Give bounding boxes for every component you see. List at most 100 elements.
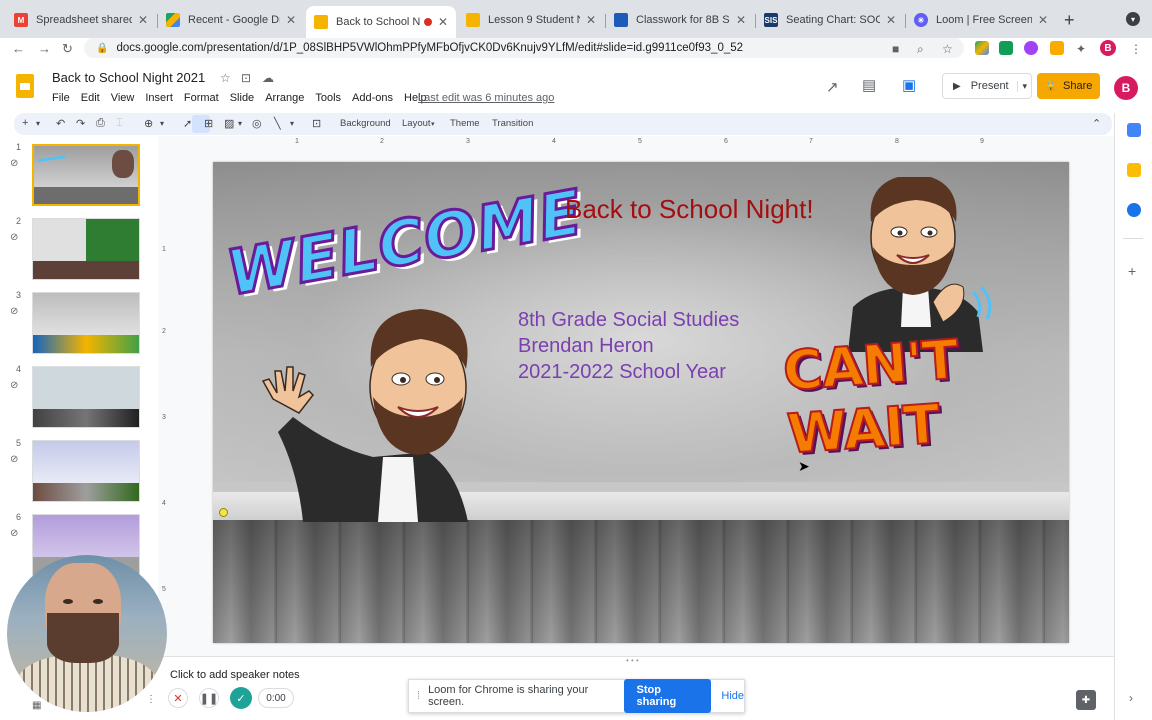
kebab-menu-icon[interactable]: ⋮ <box>1130 42 1142 56</box>
extension-icon[interactable] <box>999 41 1013 55</box>
chevron-down-icon[interactable]: ▾ <box>431 120 435 128</box>
slide-thumbnail-3[interactable] <box>32 292 140 354</box>
browser-tab[interactable]: Classwork for 8B Soc ✕ <box>606 6 754 34</box>
select-cursor-icon[interactable]: ➚ <box>183 117 192 130</box>
add-addon-icon[interactable]: + <box>1128 263 1136 279</box>
loom-extension-icon[interactable] <box>1024 41 1038 55</box>
shape-icon[interactable]: ◎ <box>252 117 262 130</box>
explore-icon[interactable]: ✚ <box>1076 690 1096 710</box>
menu-view[interactable]: View <box>111 92 135 104</box>
account-avatar[interactable]: B <box>1114 76 1138 100</box>
meet-present-icon[interactable]: ▣ <box>902 76 916 94</box>
reload-icon[interactable]: ↻ <box>62 41 73 57</box>
activity-trend-icon[interactable]: ↗ <box>826 78 839 96</box>
finish-recording-icon[interactable]: ✓ <box>230 687 252 709</box>
close-tab-icon[interactable]: ✕ <box>138 13 148 27</box>
loom-camera-bubble[interactable] <box>7 555 167 712</box>
menu-format[interactable]: Format <box>184 92 219 104</box>
forward-arrow-icon[interactable]: → <box>38 41 51 56</box>
close-tab-icon[interactable]: ✕ <box>886 13 896 27</box>
close-tab-icon[interactable]: ✕ <box>286 13 296 27</box>
waving-bitmoji-image[interactable] <box>253 307 503 522</box>
drive-extension-icon[interactable] <box>975 41 989 55</box>
more-options-icon[interactable]: ⋮ <box>146 694 156 705</box>
paint-format-icon[interactable]: ⌶ <box>116 117 123 130</box>
pause-recording-icon[interactable]: ❚❚ <box>199 688 219 708</box>
browser-tab[interactable]: ✳ Loom | Free Screen & ✕ <box>906 6 1056 34</box>
puzzle-extensions-icon[interactable]: ✦ <box>1076 42 1086 56</box>
layout-button[interactable]: Layout <box>402 118 431 129</box>
browser-tab[interactable]: Lesson 9 Student No ✕ <box>458 6 604 34</box>
chevron-down-icon[interactable]: ▾ <box>160 119 164 128</box>
address-bar[interactable]: 🔒 docs.google.com/presentation/d/1P_08Sl… <box>84 38 964 58</box>
stop-sharing-button[interactable]: Stop sharing <box>624 679 712 713</box>
browser-tab-active[interactable]: Back to School N ✕ <box>306 6 456 38</box>
chevron-right-icon[interactable]: › <box>1129 691 1133 705</box>
star-icon[interactable]: ☆ <box>220 71 231 85</box>
browser-tab[interactable]: Recent - Google Drive ✕ <box>158 6 304 34</box>
cancel-recording-icon[interactable]: ✕ <box>168 688 188 708</box>
undo-icon[interactable]: ↶ <box>56 117 65 130</box>
slide-thumbnail-1[interactable]: ▬▬▬ <box>32 144 140 206</box>
close-tab-icon[interactable]: ✕ <box>1038 13 1048 27</box>
drag-handle-icon[interactable]: ⁞ <box>417 690 420 702</box>
tab-search-icon[interactable]: ▾ <box>1126 12 1140 26</box>
close-tab-icon[interactable]: ✕ <box>586 13 596 27</box>
line-icon[interactable]: ╲ <box>274 117 281 130</box>
menu-edit[interactable]: Edit <box>81 92 100 104</box>
calendar-icon[interactable] <box>1127 123 1141 137</box>
speaker-notes-field[interactable]: Click to add speaker notes <box>170 669 300 681</box>
chevron-down-icon[interactable]: ▾ <box>238 119 242 128</box>
menu-file[interactable]: File <box>52 92 70 104</box>
menu-arrange[interactable]: Arrange <box>265 92 304 104</box>
keep-icon[interactable] <box>1127 163 1141 177</box>
redo-icon[interactable]: ↷ <box>76 117 85 130</box>
comments-icon[interactable]: ▤ <box>862 76 876 94</box>
new-slide-icon[interactable]: + <box>22 117 28 129</box>
theme-button[interactable]: Theme <box>450 118 480 129</box>
tasks-icon[interactable] <box>1127 203 1141 217</box>
hide-button[interactable]: Hide <box>721 690 744 702</box>
image-icon[interactable]: ▨ <box>224 117 234 130</box>
menu-tools[interactable]: Tools <box>315 92 341 104</box>
chevron-down-icon[interactable]: ▾ <box>290 119 294 128</box>
print-icon[interactable]: ⎙ <box>96 117 105 130</box>
selection-handle[interactable] <box>219 508 228 517</box>
camera-icon[interactable]: ■ <box>892 42 899 56</box>
avatar[interactable]: B <box>1100 40 1116 56</box>
slide-thumbnail-2[interactable] <box>32 218 140 280</box>
transition-button[interactable]: Transition <box>492 118 533 129</box>
menu-insert[interactable]: Insert <box>145 92 173 104</box>
present-button[interactable]: ▶ Present ▾ <box>942 73 1032 99</box>
zoom-icon[interactable]: ⊕ <box>144 117 153 130</box>
background-button[interactable]: Background <box>340 118 391 129</box>
slide-heading[interactable]: Back to School Night! <box>565 194 814 225</box>
slide-info-textbox[interactable]: 8th Grade Social Studies Brendan Heron 2… <box>518 307 739 385</box>
chevron-down-icon[interactable]: ▾ <box>1017 80 1027 92</box>
grid-view-icon[interactable]: ▦ <box>32 700 41 711</box>
collapse-toolbar-icon[interactable]: ⌃ <box>1092 117 1101 130</box>
chevron-down-icon[interactable]: ▾ <box>36 119 40 128</box>
slide-thumbnail-4[interactable] <box>32 366 140 428</box>
slide-thumbnail-5[interactable] <box>32 440 140 502</box>
last-edit-link[interactable]: Last edit was 6 minutes ago <box>418 92 554 104</box>
close-tab-icon[interactable]: ✕ <box>736 13 746 27</box>
menu-add-ons[interactable]: Add-ons <box>352 92 393 104</box>
bookmark-star-icon[interactable]: ☆ <box>942 42 953 56</box>
new-tab-icon[interactable]: + <box>1064 10 1075 31</box>
slides-logo-icon[interactable] <box>16 74 34 98</box>
document-title[interactable]: Back to School Night 2021 <box>52 70 205 85</box>
current-slide[interactable]: WELCOME Back to School Night! 8th Grade … <box>213 162 1069 643</box>
cant-wait-wordart[interactable]: CAN'T WAIT <box>780 320 1069 467</box>
back-arrow-icon[interactable]: ← <box>12 41 25 56</box>
resize-grip-icon[interactable]: • • • <box>626 656 639 665</box>
share-button[interactable]: 🔒 Share <box>1037 73 1100 99</box>
menu-slide[interactable]: Slide <box>230 92 254 104</box>
move-folder-icon[interactable]: ⊡ <box>241 71 251 85</box>
comment-icon[interactable]: ⊡ <box>312 117 321 130</box>
browser-tab[interactable]: SIS Seating Chart: SOCIA ✕ <box>756 6 904 34</box>
extension-icon[interactable] <box>1050 41 1064 55</box>
close-tab-icon[interactable]: ✕ <box>438 15 448 29</box>
text-box-icon[interactable]: ⊞ <box>204 117 213 130</box>
browser-tab[interactable]: M Spreadsheet shared w ✕ <box>6 6 156 34</box>
